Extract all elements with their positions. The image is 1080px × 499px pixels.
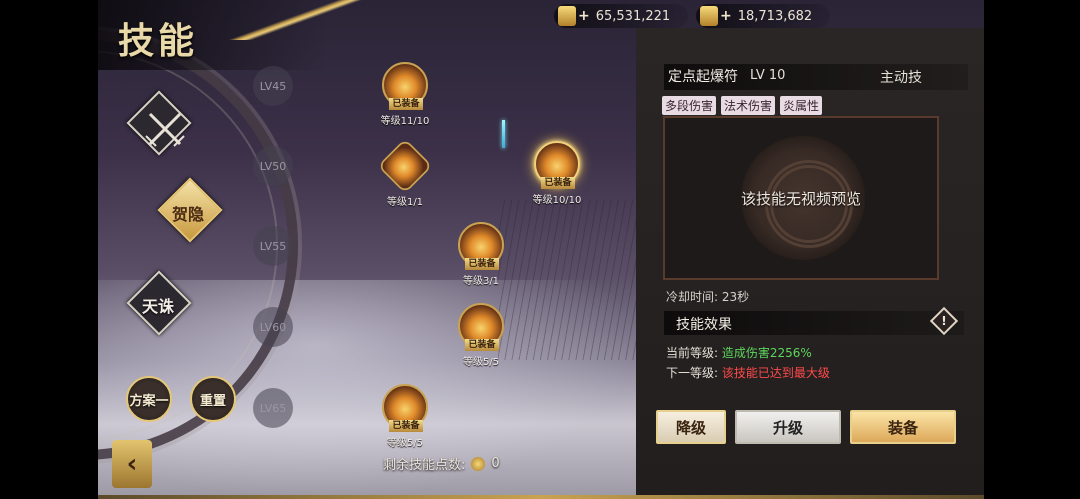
skill-type: 主动技: [880, 70, 922, 86]
upgrade-button[interactable]: 升级: [735, 410, 841, 444]
level-marker: LV45: [253, 66, 293, 106]
skill-points: 剩余技能点数: 0: [383, 454, 500, 473]
effect-title: 技能效果: [676, 317, 732, 333]
currency-amount: 65,531,221: [595, 8, 671, 24]
equip-button[interactable]: 装备: [850, 410, 956, 444]
currency-coupon[interactable]: + 18,713,682: [696, 4, 831, 28]
bottom-trim: [98, 495, 984, 499]
current-level-label: 当前等级:: [666, 346, 719, 360]
skill-points-value: 0: [491, 456, 500, 471]
page-title: 技能: [118, 20, 199, 62]
cooldown-text: 冷却时间: 23秒: [666, 290, 750, 304]
gold-coupon-icon: [700, 6, 718, 26]
plus-icon[interactable]: +: [720, 8, 732, 24]
next-level-value: 该技能已达到最大级: [721, 366, 830, 380]
flame-wave-skill-icon: [377, 138, 433, 194]
skill-detail-panel: 定点起爆符 LV 10 主动技 多段伤害 法术伤害 炎属性 该技能无视频预览 冷…: [636, 28, 984, 499]
school-label-heyin: 贺隐: [172, 205, 205, 224]
game-screen: 技能 贺隐 天诛 方案一 重置 ‹ LV45 LV50 LV55 LV60 LV…: [98, 0, 984, 499]
currency-amount: 18,713,682: [737, 8, 813, 24]
equipped-tag: 已装备: [465, 258, 499, 270]
skill-name: 定点起爆符: [668, 69, 738, 85]
downgrade-button[interactable]: 降级: [656, 410, 726, 444]
next-level-effect: 下一等级: 该技能已达到最大级: [666, 364, 830, 381]
skill-tags: 多段伤害 法术伤害 炎属性: [662, 96, 823, 115]
skill-node-selected[interactable]: 已装备 等级10/10: [533, 141, 581, 206]
skill-node-level: 等级11/10: [380, 116, 430, 127]
skill-node-level: 等级5/5: [462, 357, 500, 368]
equipped-tag: 已装备: [541, 177, 575, 189]
plan-button[interactable]: 方案一: [126, 376, 172, 422]
skill-node[interactable]: 已装备 等级5/5: [382, 384, 428, 449]
skill-node-level: 等级1/1: [386, 197, 424, 208]
skill-link-line: [502, 120, 505, 148]
skill-tag: 多段伤害: [662, 96, 717, 115]
current-level-effect: 当前等级: 造成伤害2256%: [666, 344, 812, 361]
video-preview: 该技能无视频预览: [663, 116, 939, 280]
skill-node[interactable]: 等级1/1: [377, 138, 433, 208]
skill-node[interactable]: 已装备 等级5/5: [458, 303, 504, 368]
level-marker: LV55: [253, 226, 293, 266]
plus-icon[interactable]: +: [578, 8, 590, 24]
crossed-blades-icon: [145, 112, 185, 147]
skill-level: LV 10: [750, 68, 786, 83]
skill-point-icon: [471, 456, 486, 471]
equipped-tag: 已装备: [389, 420, 423, 432]
skill-node[interactable]: 已装备 等级3/1: [458, 222, 504, 287]
equipped-tag: 已装备: [389, 98, 423, 110]
currency-gold[interactable]: + 65,531,221: [554, 4, 689, 28]
school-label-tianzhu: 天诛: [142, 297, 175, 316]
exclamation-icon: !: [941, 314, 947, 328]
title-brush-stroke: [198, 0, 398, 40]
skill-node-level: 等级3/1: [462, 276, 500, 287]
skill-node-level: 等级10/10: [532, 195, 582, 206]
chevron-left-icon: ‹: [126, 449, 138, 479]
skill-tag: 法术伤害: [721, 96, 776, 115]
skill-node-level: 等级5/5: [386, 438, 424, 449]
level-marker: LV60: [253, 307, 293, 347]
back-button[interactable]: ‹: [112, 440, 152, 488]
skill-node[interactable]: 已装备 等级11/10: [381, 62, 429, 127]
current-level-value: 造成伤害2256%: [721, 346, 812, 360]
skill-tag: 炎属性: [780, 96, 823, 115]
skill-points-label: 剩余技能点数:: [383, 458, 466, 473]
reset-button[interactable]: 重置: [190, 376, 236, 422]
level-marker: LV65: [253, 388, 293, 428]
equipped-tag: 已装备: [465, 339, 499, 351]
next-level-label: 下一等级:: [666, 366, 719, 380]
preview-message: 该技能无视频预览: [740, 190, 861, 208]
level-marker: LV50: [253, 146, 293, 186]
gold-ingot-icon: [558, 6, 576, 26]
